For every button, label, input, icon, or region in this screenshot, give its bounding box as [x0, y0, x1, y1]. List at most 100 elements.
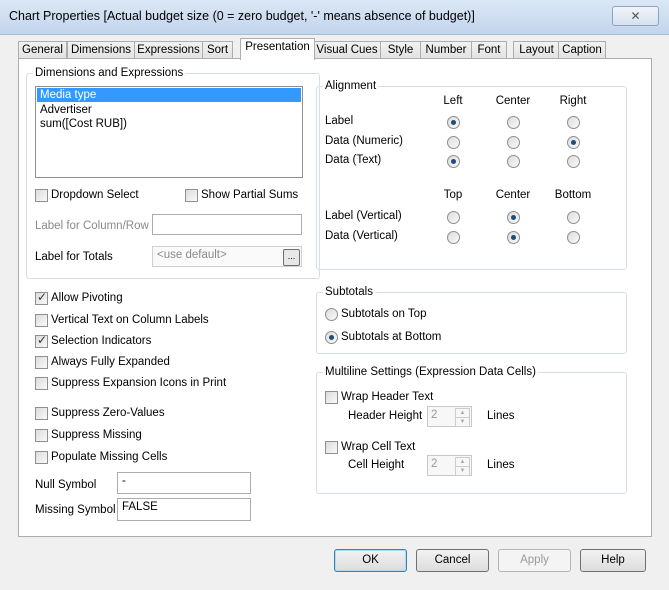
always-fully-expanded-checkbox[interactable] — [35, 356, 48, 369]
always-fully-expanded-label: Always Fully Expanded — [51, 356, 170, 368]
ok-button[interactable]: OK — [334, 549, 407, 572]
header-height-label: Header Height — [348, 410, 423, 422]
header-height-value: 2 — [431, 409, 438, 421]
subtotals-group — [316, 292, 627, 354]
label-totals-ellipsis-button[interactable]: ... — [283, 249, 300, 266]
alignment-group — [316, 86, 627, 270]
align-col-center: Center — [495, 95, 531, 107]
label-column-row-label: Label for Column/Row — [35, 220, 149, 232]
tab-presentation[interactable]: Presentation — [240, 38, 315, 60]
label-column-row-input[interactable] — [152, 214, 302, 235]
tab-expressions[interactable]: Expressions — [134, 41, 203, 59]
selection-indicators-label: Selection Indicators — [51, 335, 152, 347]
suppress-expansion-icons-in-print-checkbox[interactable] — [35, 377, 48, 390]
valign-radio-top[interactable] — [447, 211, 460, 224]
subtotals-at-bottom-label: Subtotals at Bottom — [341, 331, 442, 343]
tab-font[interactable]: Font — [471, 41, 507, 59]
suppress-zero-values-checkbox[interactable] — [35, 407, 48, 420]
valign-row-label: Label (Vertical) — [325, 210, 402, 222]
list-item[interactable]: Advertiser — [36, 103, 302, 117]
allow-pivoting-checkbox[interactable] — [35, 290, 48, 305]
cell-lines-label: Lines — [487, 459, 515, 471]
valign-col-top: Top — [443, 189, 463, 201]
align-radio-left[interactable] — [447, 155, 460, 168]
missing-symbol-label: Missing Symbol — [35, 504, 116, 516]
help-button[interactable]: Help — [580, 549, 646, 572]
wrap-cell-checkbox[interactable] — [325, 441, 338, 454]
label-totals-label: Label for Totals — [35, 251, 113, 263]
populate-missing-cells-label: Populate Missing Cells — [51, 451, 168, 463]
align-radio-center[interactable] — [507, 136, 520, 149]
allow-pivoting-label: Allow Pivoting — [51, 292, 123, 304]
align-row-label: Data (Text) — [325, 154, 382, 166]
valign-row-label: Data (Vertical) — [325, 230, 398, 242]
valign-radio-center[interactable] — [507, 231, 520, 244]
suppress-zero-values-label: Suppress Zero-Values — [51, 407, 165, 419]
label-totals-input[interactable]: <use default> — [152, 246, 302, 267]
alignment-legend: Alignment — [323, 80, 379, 92]
suppress-missing-label: Suppress Missing — [51, 429, 142, 441]
align-radio-left[interactable] — [447, 116, 460, 129]
wrap-header-label: Wrap Header Text — [341, 391, 434, 403]
align-col-left: Left — [443, 95, 463, 107]
valign-radio-center[interactable] — [507, 211, 520, 224]
cell-height-value: 2 — [431, 458, 438, 470]
align-radio-left[interactable] — [447, 136, 460, 149]
cell-height-label: Cell Height — [348, 459, 405, 471]
tab-style[interactable]: Style — [380, 41, 421, 59]
header-lines-label: Lines — [487, 410, 515, 422]
null-symbol-label: Null Symbol — [35, 479, 97, 491]
dropdown-select-checkbox[interactable] — [35, 189, 48, 202]
vertical-text-on-column-labels-label: Vertical Text on Column Labels — [51, 314, 209, 326]
align-radio-right[interactable] — [567, 136, 580, 149]
populate-missing-cells-checkbox[interactable] — [35, 451, 48, 464]
spin-down-icon[interactable]: ▼ — [455, 466, 470, 476]
multiline-legend: Multiline Settings (Expression Data Cell… — [323, 366, 538, 378]
cancel-button[interactable]: Cancel — [416, 549, 489, 572]
valign-radio-top[interactable] — [447, 231, 460, 244]
align-radio-center[interactable] — [507, 116, 520, 129]
valign-radio-bottom[interactable] — [567, 211, 580, 224]
header-height-spinner[interactable]: 2 ▲ ▼ — [427, 406, 472, 427]
tab-dimensions[interactable]: Dimensions — [67, 41, 135, 59]
vertical-text-on-column-labels-checkbox[interactable] — [35, 314, 48, 327]
valign-col-center: Center — [495, 189, 531, 201]
align-row-label: Label — [325, 115, 354, 127]
dimensions-legend: Dimensions and Expressions — [33, 67, 186, 79]
close-button[interactable]: ✕ — [612, 6, 659, 26]
cell-height-spinner[interactable]: 2 ▲ ▼ — [427, 455, 472, 476]
valign-radio-bottom[interactable] — [567, 231, 580, 244]
align-radio-right[interactable] — [567, 116, 580, 129]
align-col-right: Right — [559, 95, 587, 107]
align-radio-center[interactable] — [507, 155, 520, 168]
tab-sort[interactable]: Sort — [202, 41, 233, 59]
tab-layout[interactable]: Layout — [513, 41, 560, 59]
apply-button[interactable]: Apply — [498, 549, 571, 572]
tab-visual-cues[interactable]: Visual Cues — [313, 41, 381, 59]
subtotals-on-top-radio[interactable] — [325, 308, 338, 321]
subtotals-at-bottom-radio[interactable] — [325, 331, 338, 344]
null-symbol-input[interactable]: - — [117, 472, 251, 494]
wrap-header-checkbox[interactable] — [325, 391, 338, 404]
selection-indicators-checkbox[interactable] — [35, 333, 48, 348]
dropdown-select-label: Dropdown Select — [51, 189, 139, 201]
show-partial-sums-label: Show Partial Sums — [201, 189, 299, 201]
align-row-label: Data (Numeric) — [325, 135, 403, 147]
show-partial-sums-checkbox[interactable] — [185, 189, 198, 202]
subtotals-legend: Subtotals — [323, 286, 375, 298]
align-radio-right[interactable] — [567, 155, 580, 168]
tab-number[interactable]: Number — [420, 41, 472, 59]
subtotals-on-top-label: Subtotals on Top — [341, 308, 427, 320]
window-title: Chart Properties [Actual budget size (0 … — [9, 9, 475, 23]
dimensions-listbox[interactable]: Media type Advertiser sum([Cost RUB]) — [35, 86, 303, 178]
valign-col-bottom: Bottom — [554, 189, 592, 201]
spin-down-icon[interactable]: ▼ — [455, 417, 470, 427]
tab-general[interactable]: General — [18, 41, 67, 59]
list-item[interactable]: Media type — [37, 88, 301, 102]
suppress-missing-checkbox[interactable] — [35, 429, 48, 442]
wrap-cell-label: Wrap Cell Text — [341, 441, 416, 453]
suppress-expansion-icons-in-print-label: Suppress Expansion Icons in Print — [51, 377, 227, 389]
list-item[interactable]: sum([Cost RUB]) — [36, 117, 302, 131]
missing-symbol-input[interactable]: FALSE — [117, 498, 251, 521]
tab-caption[interactable]: Caption — [558, 41, 606, 59]
